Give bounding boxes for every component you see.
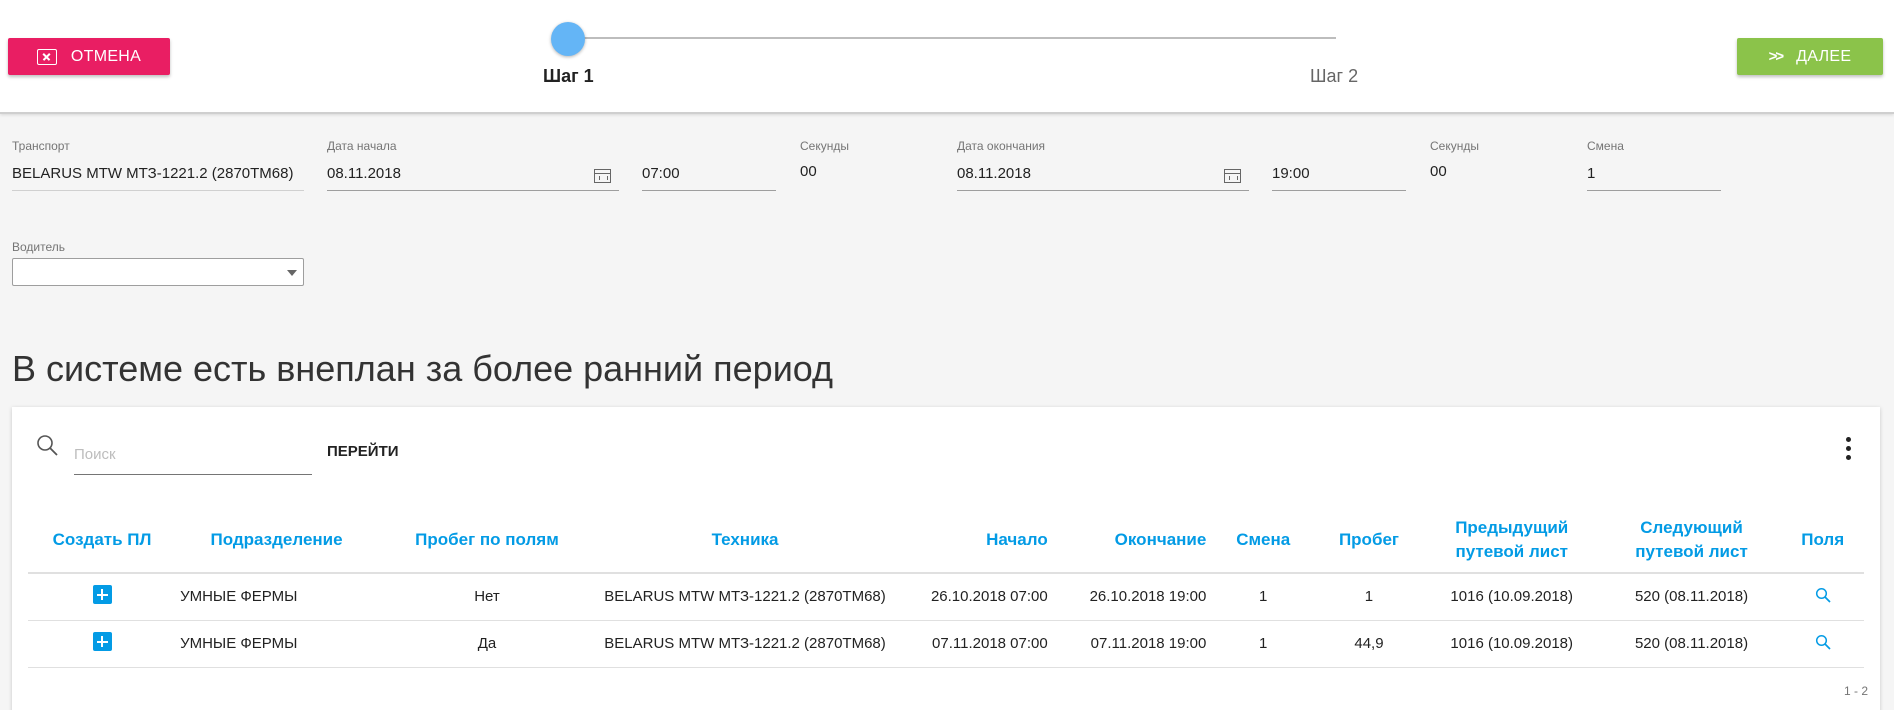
end-time-value: 19:00 xyxy=(1272,165,1310,182)
top-toolbar: ОТМЕНА Шаг 1 Шаг 2 >> ДАЛЕЕ xyxy=(0,0,1894,114)
end-seconds-field: Секунды 00 xyxy=(1430,139,1550,180)
more-vert-icon[interactable] xyxy=(1838,433,1858,463)
cell-field-mileage: Да xyxy=(377,620,597,668)
column-header-next-waybill[interactable]: Следующий путевой лист xyxy=(1602,507,1782,573)
cell-next-waybill: 520 (08.11.2018) xyxy=(1601,620,1782,668)
column-header-vehicle[interactable]: Техника xyxy=(597,507,893,573)
next-button-label: ДАЛЕЕ xyxy=(1796,47,1852,65)
transport-value: BELARUS MTW МТЗ-1221.2 (2870ТМ68) xyxy=(12,165,294,182)
start-seconds-label: Секунды xyxy=(800,139,849,153)
search-input[interactable] xyxy=(74,435,312,475)
close-box-icon xyxy=(36,48,57,65)
search-icon xyxy=(37,435,58,456)
end-date-label: Дата окончания xyxy=(957,139,1046,153)
cancel-button[interactable]: ОТМЕНА xyxy=(8,38,170,75)
column-header-fields[interactable]: Поля xyxy=(1781,507,1864,573)
end-seconds-label: Секунды xyxy=(1430,139,1479,153)
calendar-icon[interactable] xyxy=(594,169,611,183)
cell-start: 07.11.2018 07:00 xyxy=(893,620,1052,668)
end-date-value: 08.11.2018 xyxy=(957,165,1031,182)
cell-vehicle: BELARUS MTW МТЗ-1221.2 (2870ТМ68) xyxy=(596,620,894,668)
calendar-icon[interactable] xyxy=(1224,169,1241,183)
driver-select[interactable] xyxy=(12,258,304,286)
column-header-start[interactable]: Начало xyxy=(893,507,1052,573)
transport-field: Транспорт BELARUS MTW МТЗ-1221.2 (2870ТМ… xyxy=(12,139,304,191)
start-time-spacer xyxy=(642,139,776,153)
add-waybill-icon[interactable] xyxy=(92,585,112,605)
stepper-track xyxy=(568,37,1336,39)
step-1-label: Шаг 1 xyxy=(543,66,594,86)
cell-next-waybill: 520 (08.11.2018) xyxy=(1601,573,1782,621)
start-date-field[interactable]: Дата начала 08.11.2018 xyxy=(327,139,619,191)
cell-mileage: 1 xyxy=(1316,573,1422,621)
add-waybill-icon[interactable] xyxy=(92,632,112,651)
start-date-value: 08.11.2018 xyxy=(327,165,401,182)
cell-mileage: 44,9 xyxy=(1316,620,1422,668)
start-seconds-field: Секунды 00 xyxy=(800,139,920,180)
end-date-field[interactable]: Дата окончания 08.11.2018 xyxy=(957,139,1249,191)
cell-vehicle: BELARUS MTW МТЗ-1221.2 (2870ТМ68) xyxy=(596,573,894,621)
driver-field-label-wrap: Водитель xyxy=(12,240,304,254)
end-time-field[interactable]: 19:00 xyxy=(1272,139,1406,191)
shift-label: Смена xyxy=(1587,139,1624,153)
cell-start: 26.10.2018 07:00 xyxy=(893,573,1052,621)
step-2-label[interactable]: Шаг 2 xyxy=(1310,66,1358,87)
end-seconds-value: 00 xyxy=(1430,163,1447,180)
start-seconds-value: 00 xyxy=(800,163,817,180)
cell-department: УМНЫЕ ФЕРМЫ xyxy=(176,620,377,668)
unplanned-grid-card: ПЕРЕЙТИ Создать ПЛ Подразделение Пробег … xyxy=(12,407,1880,710)
cell-prev-waybill: 1016 (10.09.2018) xyxy=(1421,573,1602,621)
pager-info: 1 - 2 xyxy=(1843,684,1868,698)
unplanned-table: Создать ПЛ Подразделение Пробег по полям… xyxy=(28,507,1864,668)
column-header-shift[interactable]: Смена xyxy=(1210,507,1316,573)
cancel-button-label: ОТМЕНА xyxy=(70,47,142,65)
column-header-department[interactable]: Подразделение xyxy=(176,507,377,573)
column-header-create[interactable]: Создать ПЛ xyxy=(28,507,176,573)
column-header-prev-waybill[interactable]: Предыдущий путевой лист xyxy=(1422,507,1602,573)
column-header-end[interactable]: Окончание xyxy=(1052,507,1211,573)
next-button[interactable]: >> ДАЛЕЕ xyxy=(1737,38,1883,75)
table-header-row: Создать ПЛ Подразделение Пробег по полям… xyxy=(28,507,1864,573)
end-time-spacer xyxy=(1272,139,1406,153)
table-row: УМНЫЕ ФЕРМЫ Нет BELARUS MTW МТЗ-1221.2 (… xyxy=(28,573,1864,621)
double-chevron-right-icon: >> xyxy=(1768,48,1784,65)
section-title: В системе есть внеплан за более ранний п… xyxy=(12,348,834,389)
caret-down-icon xyxy=(287,270,297,276)
start-date-label: Дата начала xyxy=(327,139,397,153)
go-button[interactable]: ПЕРЕЙТИ xyxy=(317,435,409,468)
cell-department: УМНЫЕ ФЕРМЫ xyxy=(176,573,377,621)
transport-label: Транспорт xyxy=(12,139,70,153)
magnifier-icon[interactable] xyxy=(1815,587,1831,603)
cell-shift: 1 xyxy=(1210,573,1317,621)
cell-end: 07.11.2018 19:00 xyxy=(1051,620,1211,668)
column-header-mileage[interactable]: Пробег xyxy=(1316,507,1422,573)
shift-value: 1 xyxy=(1587,165,1596,182)
start-time-field[interactable]: 07:00 xyxy=(642,139,776,191)
cell-shift: 1 xyxy=(1210,620,1317,668)
cell-end: 26.10.2018 19:00 xyxy=(1051,573,1211,621)
cell-field-mileage: Нет xyxy=(377,573,597,621)
shift-field[interactable]: Смена 1 xyxy=(1587,139,1721,191)
cell-prev-waybill: 1016 (10.09.2018) xyxy=(1421,620,1602,668)
driver-label: Водитель xyxy=(12,240,66,254)
table-row: УМНЫЕ ФЕРМЫ Да BELARUS MTW МТЗ-1221.2 (2… xyxy=(28,620,1864,668)
start-time-value: 07:00 xyxy=(642,165,680,182)
step-1-indicator[interactable] xyxy=(551,22,585,56)
column-header-field-mileage[interactable]: Пробег по полям xyxy=(377,507,597,573)
magnifier-icon[interactable] xyxy=(1815,634,1831,650)
